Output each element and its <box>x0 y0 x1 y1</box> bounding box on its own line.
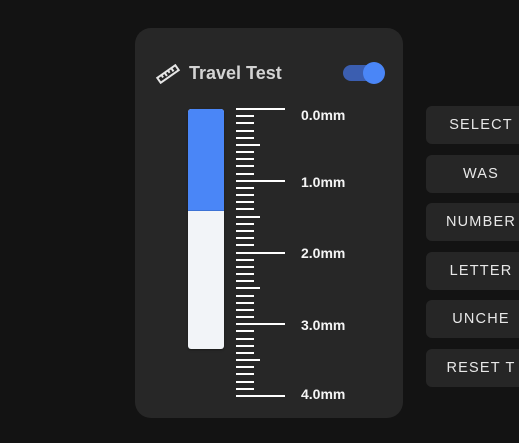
scale-label-4: 4.0mm <box>301 386 346 402</box>
minor-tick <box>236 352 254 354</box>
toggle-knob <box>363 62 385 84</box>
minor-tick <box>236 280 254 282</box>
scale-label-0: 0.0mm <box>301 107 346 123</box>
minor-tick <box>236 330 254 332</box>
minor-tick <box>236 237 254 239</box>
minor-tick <box>236 208 254 210</box>
minor-tick <box>236 230 254 232</box>
minor-tick <box>236 122 254 124</box>
letter-button[interactable]: LETTER <box>426 252 519 290</box>
minor-tick <box>236 130 254 132</box>
minor-tick <box>236 187 254 189</box>
major-tick <box>236 323 285 325</box>
major-tick <box>236 252 285 254</box>
major-tick <box>236 108 285 110</box>
minor-tick <box>236 165 254 167</box>
minor-tick <box>236 345 254 347</box>
mid-tick <box>236 359 260 361</box>
minor-tick <box>236 266 254 268</box>
minor-tick <box>236 373 254 375</box>
select-button[interactable]: SELECT <box>426 106 519 144</box>
scale-label-2: 2.0mm <box>301 245 346 261</box>
minor-tick <box>236 388 254 390</box>
minor-tick <box>236 338 254 340</box>
major-tick <box>236 180 285 182</box>
ruler-icon <box>155 64 181 84</box>
number-button[interactable]: NUMBER <box>426 203 519 241</box>
uncheck-button[interactable]: UNCHE <box>426 300 519 338</box>
travel-bar-fill <box>188 109 224 211</box>
minor-tick <box>236 151 254 153</box>
minor-tick <box>236 201 254 203</box>
minor-tick <box>236 302 254 304</box>
mid-tick <box>236 144 260 146</box>
reset-button[interactable]: RESET T <box>426 349 519 387</box>
travel-scale <box>236 108 296 400</box>
travel-test-toggle[interactable] <box>343 62 387 84</box>
minor-tick <box>236 223 254 225</box>
minor-tick <box>236 309 254 311</box>
minor-tick <box>236 158 254 160</box>
minor-tick <box>236 295 254 297</box>
scale-label-1: 1.0mm <box>301 174 346 190</box>
minor-tick <box>236 137 254 139</box>
travel-bar <box>188 109 224 349</box>
minor-tick <box>236 316 254 318</box>
scale-label-3: 3.0mm <box>301 317 346 333</box>
minor-tick <box>236 273 254 275</box>
minor-tick <box>236 259 254 261</box>
minor-tick <box>236 173 254 175</box>
was-button[interactable]: WAS <box>426 155 519 193</box>
mid-tick <box>236 287 260 289</box>
travel-test-card: Travel Test 0.0mm 1.0mm 2.0mm 3.0mm 4.0m… <box>135 28 403 418</box>
card-title: Travel Test <box>189 63 282 83</box>
major-tick <box>236 395 285 397</box>
minor-tick <box>236 244 254 246</box>
minor-tick <box>236 115 254 117</box>
minor-tick <box>236 366 254 368</box>
minor-tick <box>236 381 254 383</box>
minor-tick <box>236 194 254 196</box>
mid-tick <box>236 216 260 218</box>
